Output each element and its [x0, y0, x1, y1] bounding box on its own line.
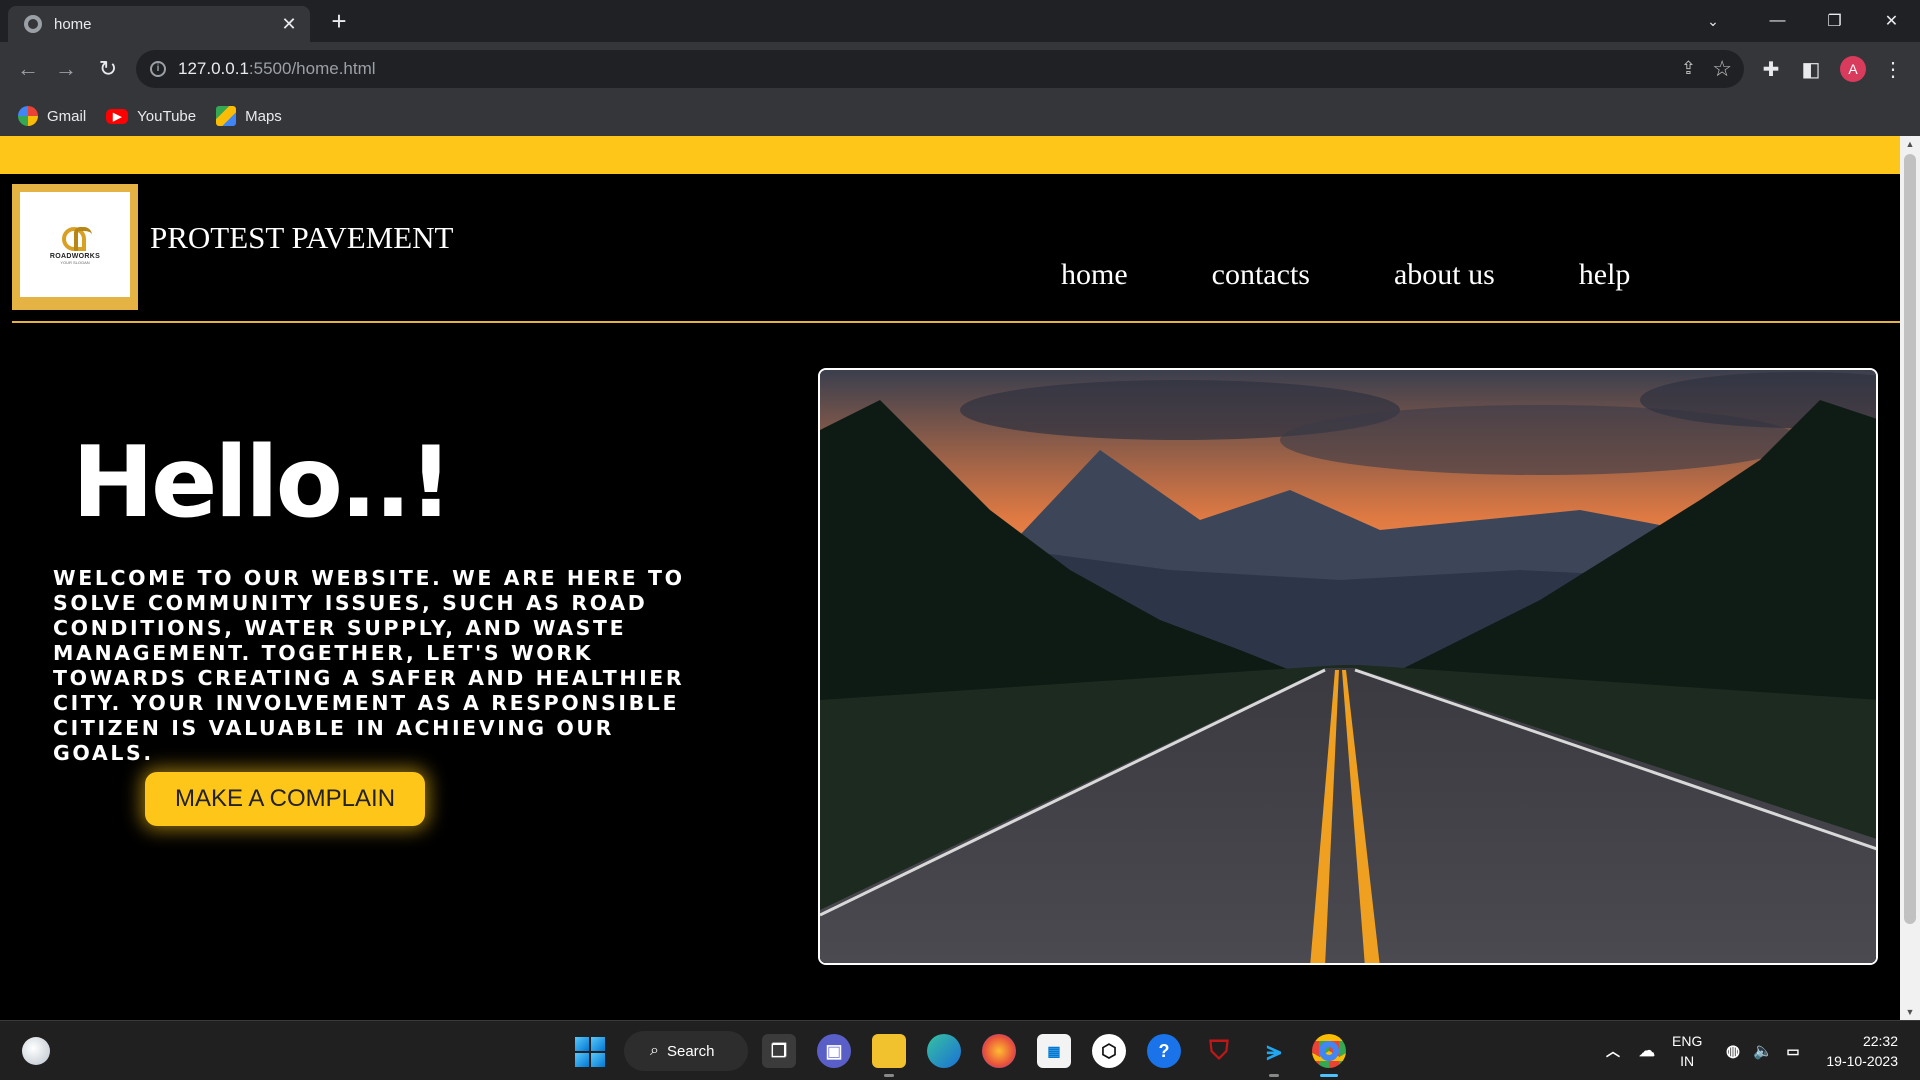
- help-icon[interactable]: ?: [1147, 1034, 1181, 1068]
- mcafee-icon[interactable]: ⛉: [1202, 1034, 1236, 1068]
- lang-top: ENG: [1672, 1033, 1703, 1049]
- close-tab-icon[interactable]: ✕: [278, 14, 300, 35]
- address-bar[interactable]: i 127.0.0.1:5500/home.html ⇪ ☆: [136, 50, 1744, 88]
- clock-time: 22:32: [1862, 1033, 1898, 1049]
- vscode-icon[interactable]: ⪫: [1257, 1034, 1291, 1068]
- firefox-icon[interactable]: [982, 1034, 1016, 1068]
- nav-contacts[interactable]: contacts: [1212, 258, 1310, 292]
- logo-slogan: YOUR SLOGAN: [60, 259, 90, 265]
- site-title: PROTEST PAVEMENT: [150, 220, 454, 255]
- clock-date: 19-10-2023: [1826, 1053, 1898, 1069]
- bookmarks-bar: Gmail ▶ YouTube Maps: [0, 96, 1920, 136]
- main-nav: home contacts about us help: [1061, 258, 1630, 292]
- globe-icon: [24, 15, 42, 33]
- bookmark-star-icon[interactable]: ☆: [1712, 56, 1732, 82]
- side-panel-icon[interactable]: ◧: [1798, 56, 1824, 82]
- roadworks-logo-icon: [58, 225, 92, 251]
- logo-text: ROADWORKS: [49, 252, 101, 260]
- browser-menu-icon[interactable]: ⋮: [1880, 56, 1906, 82]
- search-icon: ⌕: [650, 1042, 659, 1059]
- top-accent-bar: [0, 136, 1900, 174]
- bookmark-label: Maps: [245, 107, 282, 125]
- scroll-down-arrow-icon[interactable]: ▼: [1900, 1004, 1920, 1020]
- page-scrollbar[interactable]: ▲ ▼: [1900, 136, 1920, 1020]
- task-view-icon[interactable]: ❐: [762, 1034, 796, 1068]
- header-divider: [12, 321, 1900, 323]
- battery-icon[interactable]: ▭: [1776, 1034, 1810, 1068]
- volume-icon[interactable]: 🔈: [1746, 1034, 1780, 1068]
- hero-welcome-text: WELCOME TO OUR WEBSITE. WE ARE HERE TO S…: [53, 566, 685, 765]
- hero-heading: Hello..!: [72, 426, 453, 540]
- bookmark-gmail[interactable]: Gmail: [18, 106, 86, 126]
- github-desktop-icon[interactable]: ⬡: [1092, 1034, 1126, 1068]
- microsoft-store-icon[interactable]: ▦: [1037, 1034, 1071, 1068]
- bookmark-maps[interactable]: Maps: [216, 106, 282, 126]
- tab-title: home: [54, 15, 92, 33]
- youtube-icon: ▶: [106, 108, 129, 124]
- browser-toolbar: ← → ↻ i 127.0.0.1:5500/home.html ⇪ ☆ ✚ ◧…: [0, 42, 1920, 96]
- onedrive-cloud-icon[interactable]: ☁: [1630, 1034, 1664, 1068]
- site-logo[interactable]: ROADWORKS YOUR SLOGAN: [12, 184, 138, 310]
- lang-bottom: IN: [1680, 1053, 1695, 1069]
- tab-search-chevron-icon[interactable]: ⌄: [1700, 8, 1726, 34]
- maps-icon: [216, 106, 237, 126]
- gmail-icon: [18, 106, 38, 126]
- site-info-icon[interactable]: i: [150, 61, 166, 77]
- start-button[interactable]: [575, 1037, 605, 1067]
- network-globe-icon[interactable]: ◍: [1716, 1034, 1750, 1068]
- url-text: 127.0.0.1:5500/home.html: [178, 59, 376, 78]
- input-language[interactable]: ENG IN: [1672, 1031, 1702, 1071]
- vscode-running-indicator: [1269, 1074, 1279, 1077]
- back-button[interactable]: ←: [14, 55, 42, 83]
- extensions-puzzle-icon[interactable]: ✚: [1758, 56, 1784, 82]
- edge-browser-icon[interactable]: [927, 1034, 961, 1068]
- bookmark-label: Gmail: [47, 107, 87, 125]
- explorer-running-indicator: [884, 1074, 894, 1077]
- windows-taskbar: ⌕ Search ❐ ▣ ▦ ⬡ ? ⛉ ⪫ ︿ ☁ ENG IN ◍ 🔈 ▭ …: [0, 1020, 1920, 1080]
- browser-tabstrip: home ✕ + ⌄ — ❐ ✕: [0, 0, 1920, 42]
- forward-button[interactable]: →: [52, 55, 80, 83]
- chrome-icon[interactable]: [1312, 1034, 1346, 1068]
- bookmark-label: YouTube: [137, 107, 197, 125]
- make-complain-button[interactable]: MAKE A COMPLAIN: [145, 772, 425, 826]
- taskbar-search[interactable]: ⌕ Search: [624, 1031, 748, 1071]
- browser-tab-home[interactable]: home ✕: [8, 6, 310, 42]
- minimize-button[interactable]: —: [1749, 0, 1806, 42]
- restore-button[interactable]: ❐: [1806, 0, 1863, 42]
- show-hidden-icons-chevron-icon[interactable]: ︿: [1596, 1034, 1630, 1068]
- bookmark-youtube[interactable]: ▶ YouTube: [106, 108, 196, 125]
- page-viewport: ROADWORKS YOUR SLOGAN PROTEST PAVEMENT h…: [0, 136, 1900, 1020]
- hero-road-image: [818, 368, 1878, 965]
- reload-button[interactable]: ↻: [94, 55, 122, 83]
- teams-chat-icon[interactable]: ▣: [817, 1034, 851, 1068]
- scrollbar-thumb[interactable]: [1904, 154, 1916, 924]
- nav-home[interactable]: home: [1061, 258, 1128, 292]
- scroll-up-arrow-icon[interactable]: ▲: [1900, 136, 1920, 152]
- nav-about-us[interactable]: about us: [1394, 258, 1495, 292]
- file-explorer-icon[interactable]: [872, 1034, 906, 1068]
- share-icon[interactable]: ⇪: [1681, 58, 1696, 79]
- chrome-active-indicator: [1320, 1074, 1338, 1077]
- taskbar-clock[interactable]: 22:32 19-10-2023: [1826, 1031, 1898, 1071]
- profile-avatar[interactable]: A: [1840, 56, 1866, 82]
- search-label: Search: [666, 1042, 715, 1060]
- weather-widget-icon[interactable]: [22, 1037, 50, 1065]
- nav-help[interactable]: help: [1579, 258, 1631, 292]
- close-window-button[interactable]: ✕: [1863, 0, 1920, 42]
- new-tab-button[interactable]: +: [326, 8, 352, 34]
